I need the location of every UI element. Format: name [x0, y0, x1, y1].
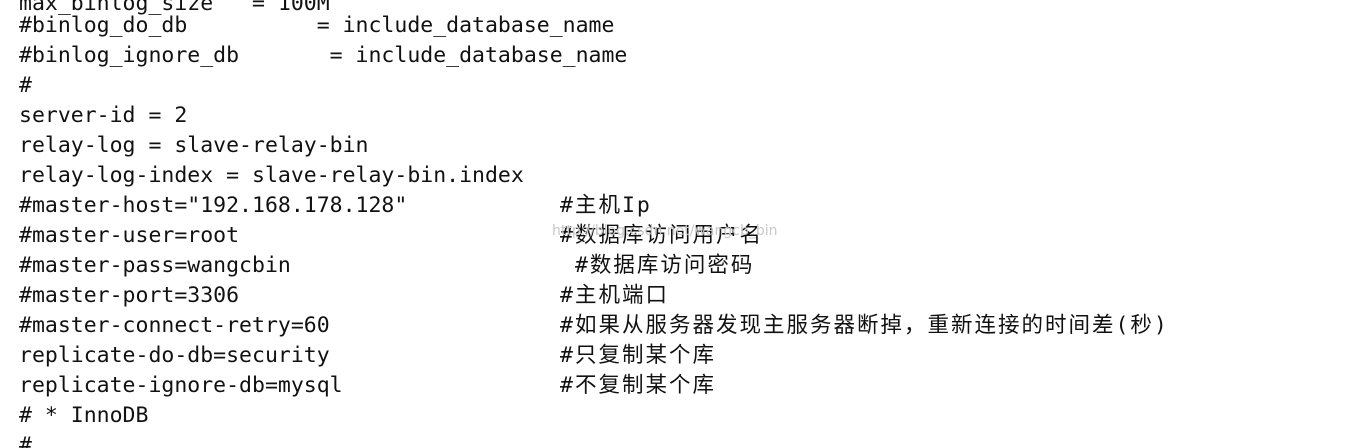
- code-line: #master-host="192.168.178.128" #主机Ip: [19, 191, 650, 221]
- code-line: #master-port=3306 #主机端口: [19, 281, 667, 311]
- inline-comment: #只复制某个库: [560, 343, 716, 368]
- code-text: server-id = 2: [19, 103, 188, 128]
- inline-comment: #数据库访问密码: [560, 253, 755, 278]
- code-text: #master-pass=wangcbin: [19, 253, 291, 278]
- code-text: relay-log = slave-relay-bin: [19, 133, 369, 158]
- code-line: #: [19, 431, 71, 448]
- code-line: #: [19, 71, 71, 101]
- code-line: #master-connect-retry=60 #如果从服务器发现主服务器断掉…: [19, 311, 1167, 341]
- code-text: #master-host="192.168.178.128": [19, 193, 408, 218]
- code-line: #master-user=root #数据库访问用户名: [19, 221, 761, 251]
- inline-comment: #不复制某个库: [560, 373, 716, 398]
- text-editor[interactable]: max_binlog_size = 100M #binlog_do_db = i…: [0, 0, 1364, 448]
- code-line: #master-pass=wangcbin #数据库访问密码: [19, 251, 752, 281]
- inline-comment: #如果从服务器发现主服务器断掉，重新连接的时间差(秒): [560, 313, 1169, 338]
- code-line: # * InnoDB: [19, 401, 148, 431]
- code-text: replicate-do-db=security: [19, 343, 330, 368]
- code-line: #binlog_ignore_db = include_database_nam…: [19, 41, 627, 71]
- code-line: relay-log-index = slave-relay-bin.index: [19, 161, 524, 191]
- code-text: #master-connect-retry=60: [19, 313, 330, 338]
- code-line: #binlog_do_db = include_database_name: [19, 11, 614, 41]
- code-line: server-id = 2: [19, 101, 187, 131]
- code-line: replicate-do-db=security #只复制某个库: [19, 341, 714, 371]
- code-line: replicate-ignore-db=mysql #不复制某个库: [19, 371, 714, 401]
- inline-comment: #主机Ip: [560, 193, 652, 218]
- code-text: #: [19, 73, 32, 98]
- code-text: #master-port=3306: [19, 283, 240, 308]
- inline-comment: #主机端口: [560, 283, 669, 308]
- code-text: relay-log-index = slave-relay-bin.index: [19, 163, 524, 188]
- code-line: relay-log = slave-relay-bin: [19, 131, 369, 161]
- code-text: replicate-ignore-db=mysql: [19, 373, 343, 398]
- code-text: # * InnoDB: [19, 403, 149, 428]
- code-text: #binlog_do_db = include_database_name: [19, 13, 615, 38]
- code-text: #master-user=root: [19, 223, 240, 248]
- code-text: #binlog_ignore_db = include_database_nam…: [19, 43, 628, 68]
- blog-watermark: http://blog.csdn.net/wangcb_bin: [552, 223, 778, 239]
- code-text: #: [19, 433, 32, 448]
